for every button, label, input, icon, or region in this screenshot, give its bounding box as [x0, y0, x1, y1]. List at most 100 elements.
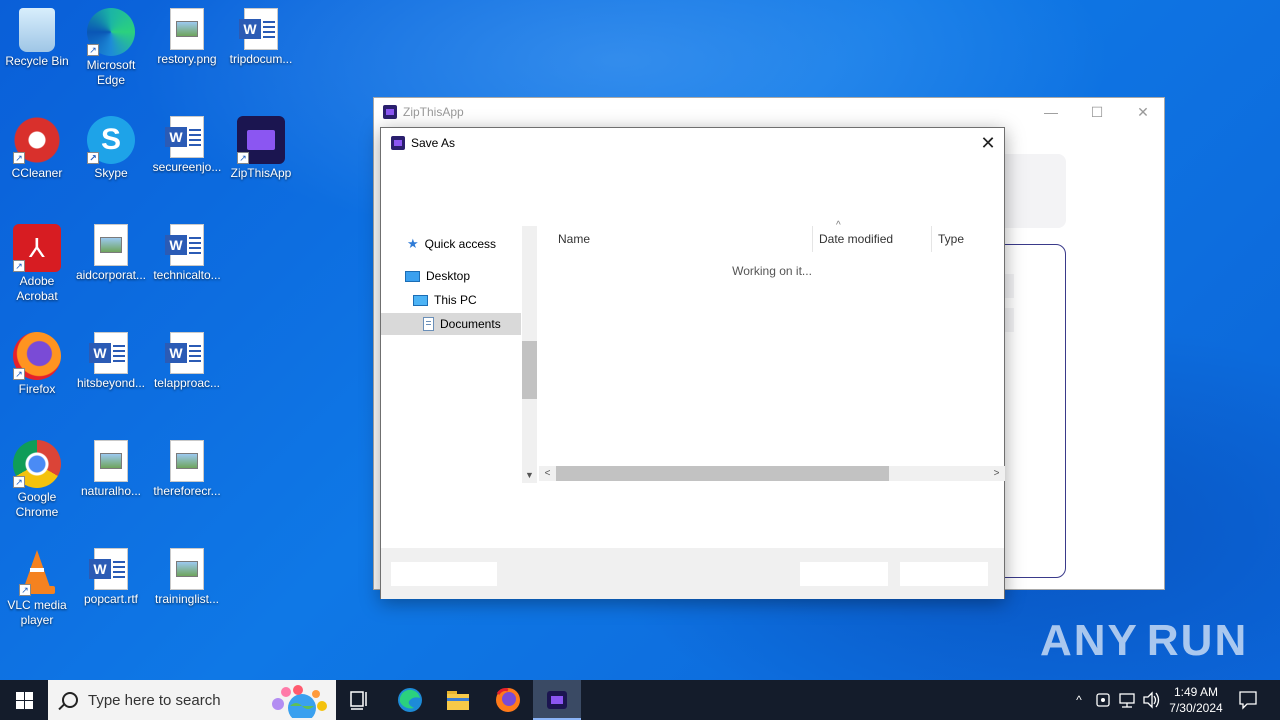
save-as-dialog: Save As ✕ ★ Quick access Desktop This PC…	[380, 127, 1005, 599]
taskbar-firefox-button[interactable]	[484, 680, 532, 720]
show-hidden-icons-button[interactable]: ^	[1068, 680, 1090, 720]
search-highlight-icon	[272, 685, 327, 718]
firefox-icon	[496, 688, 520, 712]
tray-meet-button[interactable]	[1092, 680, 1114, 720]
chevron-up-icon: ^	[1076, 693, 1082, 707]
nav-item-quick-access[interactable]: ★ Quick access	[407, 233, 496, 255]
desktop-icon-firefox[interactable]: ↗ Firefox	[0, 332, 74, 397]
image-file-icon	[170, 440, 204, 482]
taskbar-zipthisapp-button[interactable]	[533, 680, 581, 720]
desktop-folder-icon	[405, 270, 420, 282]
tray-volume-button[interactable]	[1140, 680, 1162, 720]
nav-item-label: Documents	[440, 317, 501, 331]
adobe-acrobat-icon: ⅄ ↗	[13, 224, 61, 272]
desktop-icon-ccleaner[interactable]: ↗ CCleaner	[0, 116, 74, 181]
desktop-icon-label: aidcorporat...	[75, 268, 147, 282]
desktop-icon-adobe-acrobat[interactable]: ⅄ ↗ Adobe Acrobat	[0, 224, 74, 304]
image-file-icon	[170, 8, 204, 50]
desktop-icon-telapproac[interactable]: W telapproac...	[150, 332, 224, 391]
search-icon	[62, 692, 78, 708]
task-view-button[interactable]	[336, 680, 384, 720]
desktop-icon-recycle-bin[interactable]: Recycle Bin	[0, 8, 74, 69]
action-center-button[interactable]	[1232, 680, 1264, 720]
desktop-icon-label: restory.png	[157, 52, 217, 66]
skype-icon: S ↗	[87, 116, 135, 164]
desktop-icon-label: Adobe Acrobat	[16, 274, 58, 303]
start-button[interactable]	[0, 680, 48, 720]
scroll-left-icon[interactable]: <	[540, 466, 555, 481]
desktop-icon-traininglist[interactable]: traininglist...	[150, 548, 224, 607]
word-file-icon: W	[165, 224, 204, 266]
column-header-name[interactable]: Name	[551, 226, 813, 252]
nav-vertical-scrollbar[interactable]: ▼	[522, 226, 537, 483]
scrollbar-thumb[interactable]	[522, 341, 537, 399]
anyrun-watermark: ANY RUN	[1040, 610, 1246, 672]
desktop-icon-vlc[interactable]: ↗ VLC media player	[0, 548, 74, 628]
app-close-button[interactable]: ✕	[1120, 98, 1166, 126]
tray-network-button[interactable]	[1116, 680, 1138, 720]
save-button[interactable]	[800, 562, 888, 586]
scroll-down-icon[interactable]: ▼	[522, 468, 537, 483]
zipthisapp-logo-icon	[391, 136, 405, 150]
column-header-type[interactable]: Type	[931, 226, 1005, 252]
desktop-icon-label: Firefox	[18, 382, 56, 396]
desktop-icon-label: telapproac...	[153, 376, 221, 390]
word-file-icon: W	[165, 116, 204, 158]
nav-item-desktop[interactable]: Desktop	[405, 265, 470, 287]
word-file-icon: W	[239, 8, 278, 50]
desktop-icon-label: naturalho...	[80, 484, 142, 498]
desktop-icon-aidcorporat[interactable]: aidcorporat...	[74, 224, 148, 283]
file-list: ^ Name Date modified Type Working on it.…	[539, 220, 1005, 483]
desktop-icon-label: Google Chrome	[15, 490, 59, 519]
desktop-icon-popcart[interactable]: W popcart.rtf	[74, 548, 148, 607]
desktop-icon-google-chrome[interactable]: ↗ Google Chrome	[0, 440, 74, 520]
desktop-icon-hitsbeyond[interactable]: W hitsbeyond...	[74, 332, 148, 391]
dialog-title: Save As	[411, 136, 456, 150]
scrollbar-thumb[interactable]	[556, 466, 889, 481]
nav-item-documents[interactable]: Documents	[381, 313, 521, 335]
taskbar-search[interactable]: Type here to search	[48, 680, 336, 720]
zipthisapp-logo-icon	[383, 105, 397, 119]
desktop-icon-tripdocum[interactable]: W tripdocum...	[224, 8, 298, 67]
maximize-button[interactable]: ☐	[1074, 98, 1120, 126]
edge-icon	[398, 688, 422, 712]
desktop-icon-zipthisapp[interactable]: ↗ ZipThisApp	[224, 116, 298, 181]
volume-icon	[1143, 691, 1160, 709]
scroll-right-icon[interactable]: >	[989, 466, 1004, 481]
desktop-icon-label: technicalto...	[153, 268, 221, 282]
desktop-icon-label: popcart.rtf	[83, 592, 139, 606]
desktop-icon-label: CCleaner	[11, 166, 63, 180]
clock-time: 1:49 AM	[1173, 685, 1219, 699]
star-icon: ★	[407, 236, 419, 251]
recycle-bin-icon	[19, 8, 55, 52]
desktop-icon-skype[interactable]: S ↗ Skype	[74, 116, 148, 181]
desktop-icon-technicalto[interactable]: W technicalto...	[150, 224, 224, 283]
nav-item-this-pc[interactable]: This PC	[413, 289, 477, 311]
desktop-icon-thereforecr[interactable]: thereforecr...	[150, 440, 224, 499]
desktop-icon-naturalho[interactable]: naturalho...	[74, 440, 148, 499]
desktop-icon-microsoft-edge[interactable]: ↗ Microsoft Edge	[74, 8, 148, 88]
edge-icon: ↗	[87, 8, 135, 56]
list-horizontal-scrollbar[interactable]: < >	[539, 466, 1005, 481]
computer-icon	[413, 294, 428, 306]
navigation-pane: ★ Quick access Desktop This PC Documents	[381, 226, 521, 483]
nav-item-label: Desktop	[426, 269, 471, 283]
desktop-icon-label: secureenjo...	[152, 160, 222, 174]
clock[interactable]: 1:49 AM 7/30/2024	[1164, 680, 1228, 720]
desktop-icon-secureenjo[interactable]: W secureenjo...	[150, 116, 224, 175]
task-view-icon	[350, 691, 367, 710]
taskbar-file-explorer-button[interactable]	[434, 680, 482, 720]
taskbar-edge-button[interactable]	[386, 680, 434, 720]
firefox-icon: ↗	[13, 332, 61, 380]
windows-logo-icon	[16, 692, 24, 700]
minimize-button[interactable]: —	[1028, 98, 1074, 126]
desktop-icon-restory[interactable]: restory.png	[150, 8, 224, 67]
desktop-icon-label: VLC media player	[7, 598, 67, 627]
cancel-button[interactable]	[900, 562, 988, 586]
ccleaner-icon: ↗	[13, 116, 61, 164]
column-header-date-modified[interactable]: Date modified	[812, 226, 932, 252]
desktop-icon-label: traininglist...	[154, 592, 220, 606]
word-file-icon: W	[165, 332, 204, 374]
footer-link-button[interactable]	[391, 562, 497, 586]
dialog-close-button[interactable]: ✕	[972, 128, 1004, 158]
